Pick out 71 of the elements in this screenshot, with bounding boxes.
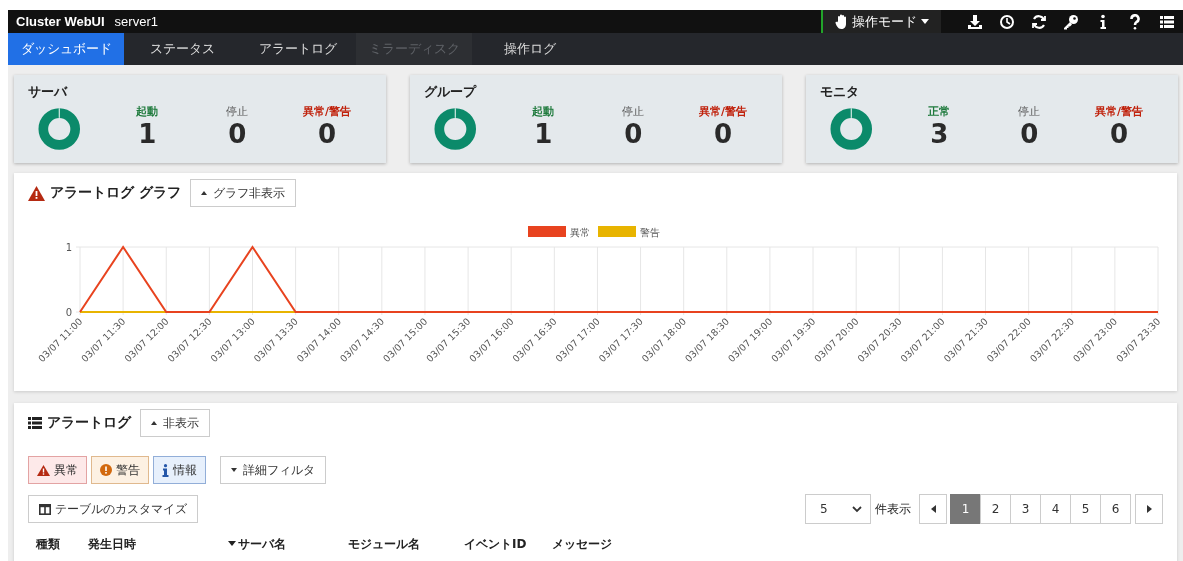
customize-table-button[interactable]: テーブルのカスタマイズ — [28, 495, 198, 523]
previous-page-button[interactable] — [919, 494, 947, 524]
stat-label: 異常/警告 — [303, 103, 352, 119]
caret-right-icon — [1146, 505, 1152, 513]
card-title: モニタ — [820, 83, 860, 101]
stat-label: 停止 — [1018, 103, 1041, 119]
stat-label: 停止 — [622, 103, 645, 119]
filter-button[interactable]: 異常 — [28, 456, 87, 484]
column-header[interactable]: メッセージ — [552, 536, 612, 553]
caret-icon — [921, 19, 929, 24]
hand-icon — [835, 14, 848, 29]
stat-label: 異常/警告 — [1095, 103, 1144, 119]
info-icon — [162, 463, 169, 477]
stat-label: 起動 — [136, 103, 159, 119]
stat-value: 0 — [318, 118, 337, 149]
card-title: サーバ — [28, 83, 69, 101]
columns-icon — [39, 503, 51, 515]
panel-title: アラートログ — [47, 414, 131, 432]
legend-label: 異常 — [570, 226, 590, 238]
donut-chart-icon — [830, 107, 873, 151]
stat-value: 1 — [534, 118, 553, 149]
donut-chart-icon — [434, 107, 477, 151]
mode-dropdown[interactable]: 操作モード — [821, 10, 941, 33]
column-header[interactable]: モジュール名 — [348, 536, 420, 553]
stat-value: 0 — [1020, 118, 1039, 149]
hide-button[interactable]: 非表示 — [140, 409, 210, 437]
column-header[interactable]: イベントID — [464, 536, 527, 553]
page-button[interactable]: 2 — [980, 494, 1011, 524]
legend-item: 異常 — [528, 226, 590, 238]
column-header[interactable]: 発生日時 — [88, 536, 136, 553]
page-button[interactable]: 4 — [1040, 494, 1071, 524]
exclamation-icon — [100, 464, 112, 476]
donut-chart-icon — [38, 107, 81, 151]
filter-button[interactable]: 警告 — [91, 456, 149, 484]
card-title: グループ — [424, 83, 478, 101]
warning-icon — [28, 185, 45, 201]
stat-value: 1 — [138, 118, 157, 149]
y-tick-label: 1 — [65, 242, 72, 253]
page-button[interactable]: 1 — [950, 494, 981, 524]
stat-label: 正常 — [928, 103, 951, 119]
column-header[interactable]: 種類 — [36, 536, 60, 553]
page-size-select[interactable]: 5 — [805, 494, 871, 524]
page-button[interactable]: 6 — [1100, 494, 1131, 524]
page-button[interactable]: 3 — [1010, 494, 1041, 524]
nav-tab[interactable]: ダッシュボード — [8, 33, 124, 65]
stat-label: 起動 — [532, 103, 555, 119]
legend-item: 警告 — [598, 226, 660, 238]
next-page-button[interactable] — [1135, 494, 1163, 524]
panel-title: アラートログ グラフ — [50, 184, 181, 202]
detail-filter-button[interactable]: 詳細フィルタ — [220, 456, 326, 484]
chevron-down-icon — [852, 505, 862, 513]
caret-left-icon — [930, 505, 936, 513]
list-icon — [28, 417, 42, 429]
page-size-label: 件表示 — [875, 500, 911, 518]
stat-value: 0 — [714, 118, 733, 149]
toggle-graph-button[interactable]: グラフ非表示 — [189, 179, 296, 207]
column-header[interactable]: サーバ名 — [238, 536, 286, 553]
stat-value: 0 — [624, 118, 643, 149]
filter-button[interactable]: 情報 — [153, 456, 206, 484]
warning-icon — [37, 464, 50, 476]
stat-label: 異常/警告 — [699, 103, 748, 119]
stat-value: 0 — [1110, 118, 1129, 149]
stat-value: 0 — [228, 118, 247, 149]
y-tick-label: 0 — [65, 307, 72, 318]
stat-value: 3 — [930, 118, 949, 149]
sort-caret-icon[interactable] — [228, 541, 236, 546]
app-title: Cluster WebUI — [15, 14, 105, 29]
stat-label: 停止 — [226, 103, 249, 119]
page-button[interactable]: 5 — [1070, 494, 1101, 524]
server-name: server1 — [114, 14, 158, 29]
legend-label: 警告 — [640, 226, 660, 238]
